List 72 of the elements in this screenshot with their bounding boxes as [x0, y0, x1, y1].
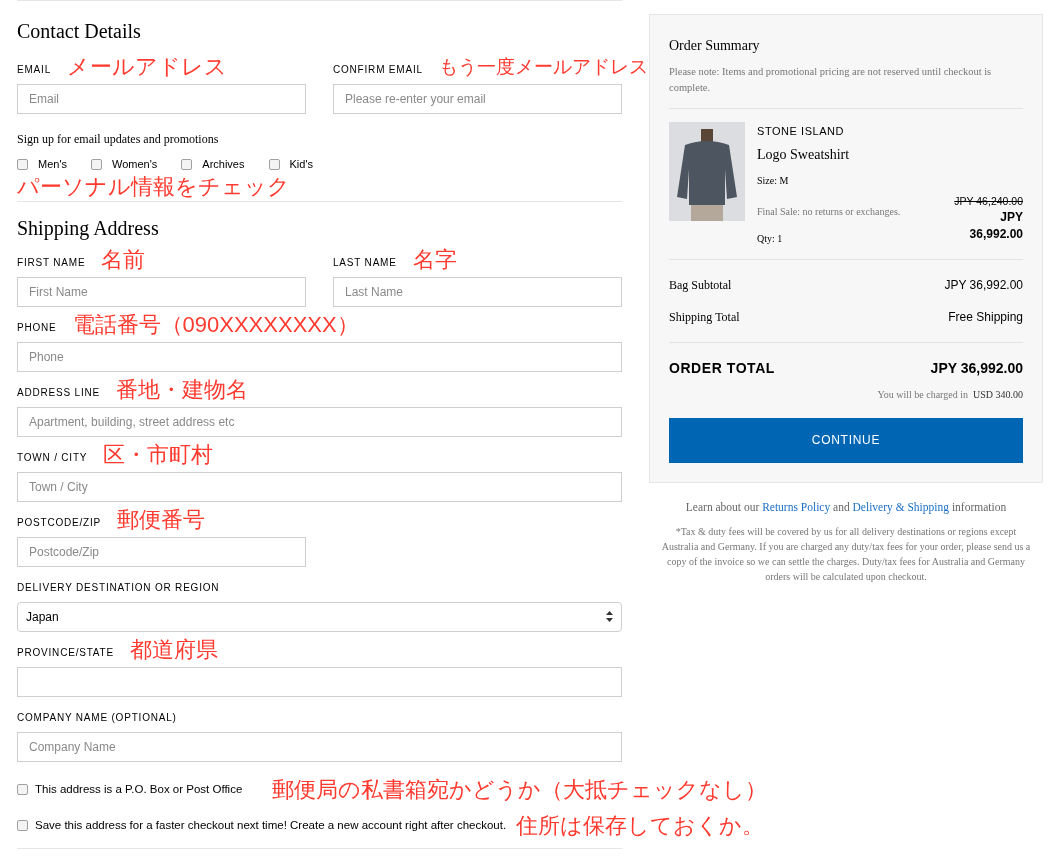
field-label: POSTCODE/ZIP: [17, 515, 102, 530]
checkbox[interactable]: [17, 158, 28, 170]
select-field[interactable]: Japan: [17, 601, 622, 632]
annotation-text: 都道府県: [129, 637, 218, 662]
summary-note: Please note: Items and promotional pricing are not reserved until checkout is complete.: [669, 65, 993, 95]
input-field[interactable]: Last Name: [333, 276, 622, 307]
summary-value: JPY 36,992.00: [944, 276, 1023, 294]
annotation-text: 区・市町村: [103, 442, 214, 467]
original-price: JPY 46,240.00: [954, 193, 1023, 209]
field-label: EMAIL: [17, 63, 51, 77]
field-label: TOWN / CITY: [17, 450, 88, 465]
summary-title: Order Summary: [669, 37, 761, 55]
field-label: ADDRESS LINE: [17, 385, 100, 400]
annotation-text: 名字: [412, 247, 457, 272]
field-label: LAST NAME: [333, 255, 397, 270]
checkbox[interactable]: [17, 820, 28, 831]
field-label: DELIVERY DESTINATION OR REGION: [17, 580, 220, 595]
info-link[interactable]: Delivery & Shipping: [852, 500, 949, 513]
charge-note: You will be charged in: [877, 387, 968, 402]
product-brand: STONE ISLAND: [757, 124, 846, 139]
sort-arrows-icon: [606, 611, 613, 622]
annotation-text: 住所は保存しておくか。: [516, 813, 765, 838]
checkbox-label: Archives: [202, 157, 245, 172]
annotation-text: 番地・建物名: [115, 377, 248, 402]
checkbox[interactable]: [181, 158, 193, 170]
continue-button[interactable]: CONTINUE: [669, 417, 1023, 463]
field-label: PROVINCE/STATE: [17, 645, 114, 660]
checkbox[interactable]: [268, 158, 280, 170]
signup-text: Sign up for email updates and promotions: [17, 131, 220, 148]
checkbox-label: This address is a P.O. Box or Post Office: [35, 781, 243, 797]
input-field[interactable]: Email: [17, 84, 306, 114]
field-label: FIRST NAME: [17, 255, 86, 270]
field-label: COMPANY NAME (OPTIONAL): [17, 710, 177, 725]
charge-amount: USD 340.00: [973, 387, 1023, 402]
info-sentence: Learn about our Returns Policy and Delivery & Shipping information: [684, 499, 1008, 516]
input-field[interactable]: Apartment, building, street address etc: [17, 406, 622, 437]
checkbox-label: Save this address for a faster checkout next time! Create a new account right after checkout.: [35, 817, 507, 833]
summary-value: Free Shipping: [948, 308, 1023, 326]
order-total-label: ORDER TOTAL: [669, 358, 775, 378]
sale-price: JPY 36,992.00: [968, 209, 1023, 244]
checkbox-label: Women's: [112, 157, 158, 172]
annotation-text: 電話番号（090XXXXXXXX）: [72, 312, 359, 337]
annotation-text: メールアドレス: [67, 55, 227, 79]
tax-note: *Tax & duty fees will be covered by us for all delivery destinations or regions except Australia and Germany. If you are charged any duty/tax fees for your order, please send us a copy of the invoice so we can settle the charges. Duty/tax fees for Australia and Germany orders will be calculated upon checkout.: [660, 524, 1032, 584]
info-link[interactable]: Returns Policy: [762, 500, 831, 513]
input-field[interactable]: First Name: [17, 276, 306, 307]
section-heading: Contact Details: [17, 19, 142, 43]
field-label: CONFIRM EMAIL: [333, 63, 423, 77]
input-field[interactable]: Please re-enter your email: [333, 84, 622, 114]
annotation-text: パーソナル情報をチェック: [17, 174, 290, 199]
section-heading: Shipping Address: [17, 215, 160, 240]
input-field[interactable]: Town / City: [17, 471, 622, 502]
final-sale-note: Final Sale: no returns or exchanges.: [757, 204, 901, 219]
annotation-text: もう一度メールアドレス: [438, 55, 648, 79]
annotation-text: 郵便番号: [117, 507, 206, 532]
product-size: Size: M: [757, 173, 790, 188]
annotation-text: 郵便局の私書箱宛かどうか（大抵チェックなし）: [272, 777, 768, 802]
product-quantity: Qty: 1: [757, 231, 784, 246]
product-name: Logo Sweatshirt: [757, 145, 851, 164]
checkbox[interactable]: [91, 158, 102, 170]
checkbox-label: Kid's: [289, 157, 313, 172]
input-field[interactable]: Phone: [17, 341, 622, 372]
checkbox-label: Men's: [38, 157, 67, 172]
summary-label: Bag Subtotal: [669, 276, 732, 294]
order-total-value: JPY 36,992.00: [930, 358, 1023, 378]
input-field[interactable]: Company Name: [17, 731, 622, 762]
annotation-text: 名前: [101, 247, 146, 272]
field-label: PHONE: [17, 320, 57, 335]
checkbox[interactable]: [17, 784, 28, 795]
input-field[interactable]: [17, 666, 622, 697]
input-field[interactable]: Postcode/Zip: [17, 536, 306, 567]
summary-label: Shipping Total: [669, 308, 740, 326]
